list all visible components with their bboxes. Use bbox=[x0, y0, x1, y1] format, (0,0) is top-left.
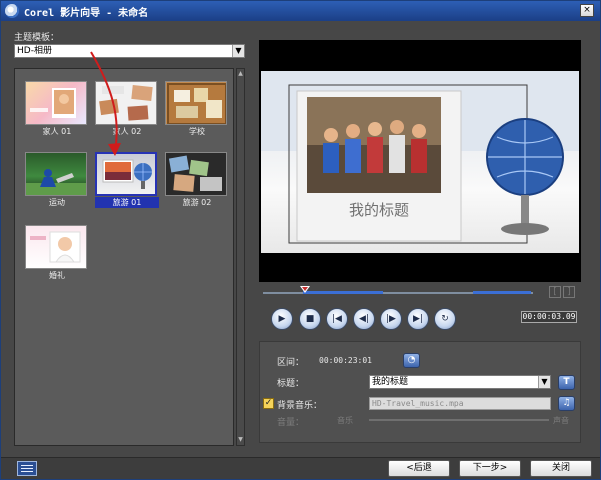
scroll-up-icon[interactable]: ▲ bbox=[237, 70, 244, 78]
template-school[interactable]: 学校 bbox=[165, 81, 229, 137]
set-duration-button[interactable]: ◔ bbox=[403, 353, 420, 368]
volume-slider[interactable] bbox=[369, 419, 549, 421]
background-music-label: 背景音乐： bbox=[277, 401, 323, 411]
go-to-start-button[interactable]: |◀ bbox=[326, 308, 348, 330]
theme-template-value: HD-相册 bbox=[17, 46, 52, 56]
close-window-button[interactable]: × bbox=[580, 4, 594, 17]
family-thumbnail bbox=[25, 81, 87, 125]
scroll-down-icon[interactable]: ▼ bbox=[237, 436, 244, 444]
sports-thumbnail bbox=[25, 152, 87, 196]
close-button[interactable]: 关闭 bbox=[530, 460, 592, 477]
duration-value: 00:00:23:01 bbox=[319, 356, 372, 365]
background-music-field[interactable]: HD-Travel_music.mpa bbox=[369, 397, 551, 410]
template-sports[interactable]: 运动 bbox=[25, 152, 89, 208]
playhead-marker-inner bbox=[302, 287, 308, 291]
background-music-checkbox[interactable]: ✓ bbox=[263, 398, 274, 409]
timecode-display[interactable]: 00:00:03.09 bbox=[521, 311, 577, 323]
next-button[interactable]: 下一步> bbox=[459, 460, 521, 477]
go-to-end-button[interactable]: ▶| bbox=[407, 308, 429, 330]
school-corkboard-thumbnail bbox=[165, 81, 227, 125]
chevron-down-icon[interactable]: ▼ bbox=[232, 45, 244, 57]
mark-out-icon[interactable]: ] bbox=[563, 286, 575, 298]
travel-photos-thumbnail bbox=[165, 152, 227, 196]
corel-app-icon bbox=[5, 4, 19, 18]
stop-button[interactable]: ■ bbox=[299, 308, 321, 330]
music-settings-button[interactable]: ♫ bbox=[558, 396, 575, 411]
play-button[interactable]: ▶ bbox=[271, 308, 293, 330]
next-frame-button[interactable]: |▶ bbox=[380, 308, 402, 330]
preview-title-overlay: 我的标题 bbox=[348, 201, 409, 219]
template-label: 婚礼 bbox=[49, 271, 65, 280]
title-input-value: 我的标题 bbox=[372, 377, 409, 387]
timeline-segment bbox=[473, 291, 531, 294]
template-label: 旅游 01 bbox=[95, 197, 159, 208]
preview-image: 我的标题 bbox=[261, 71, 579, 253]
music-tick-label: 音乐 bbox=[337, 416, 353, 425]
mark-in-icon[interactable]: [ bbox=[549, 286, 561, 298]
template-wedding[interactable]: 婚礼 bbox=[25, 225, 89, 281]
repeat-button[interactable]: ↻ bbox=[434, 308, 456, 330]
sound-tick-label: 声音 bbox=[553, 416, 569, 425]
timeline-slider[interactable] bbox=[263, 286, 533, 299]
back-button[interactable]: <后退 bbox=[388, 460, 450, 477]
menu-list-icon[interactable] bbox=[17, 461, 37, 476]
previous-frame-button[interactable]: ◀| bbox=[353, 308, 375, 330]
template-label: 旅游 02 bbox=[182, 198, 212, 207]
template-label: 学校 bbox=[189, 127, 205, 136]
duration-label: 区间： bbox=[277, 358, 305, 368]
volume-label: 音量： bbox=[277, 418, 305, 428]
chevron-down-icon[interactable]: ▼ bbox=[538, 376, 550, 388]
theme-template-label: 主题模板： bbox=[14, 33, 60, 43]
template-family-01[interactable]: 家人 01 bbox=[25, 81, 89, 137]
title-input[interactable]: 我的标题 ▼ bbox=[369, 375, 551, 389]
wizard-window: Corel 影片向导 - 未命名 × 主题模板： HD-相册 ▼ ▲ ▼ 家人 … bbox=[0, 0, 601, 480]
annotation-arrow-icon bbox=[90, 51, 121, 156]
wedding-thumbnail bbox=[25, 225, 87, 269]
template-label: 运动 bbox=[49, 198, 65, 207]
window-title: Corel 影片向导 - 未命名 bbox=[24, 7, 149, 19]
title-bar: Corel 影片向导 - 未命名 × bbox=[1, 1, 600, 21]
properties-panel bbox=[259, 341, 581, 443]
template-label: 家人 01 bbox=[42, 127, 72, 136]
text-format-button[interactable]: T bbox=[558, 375, 575, 390]
timeline-segment bbox=[303, 291, 383, 294]
title-label: 标题： bbox=[277, 379, 305, 389]
gallery-scrollbar[interactable]: ▲ ▼ bbox=[236, 68, 245, 446]
template-travel-02[interactable]: 旅游 02 bbox=[165, 152, 229, 208]
